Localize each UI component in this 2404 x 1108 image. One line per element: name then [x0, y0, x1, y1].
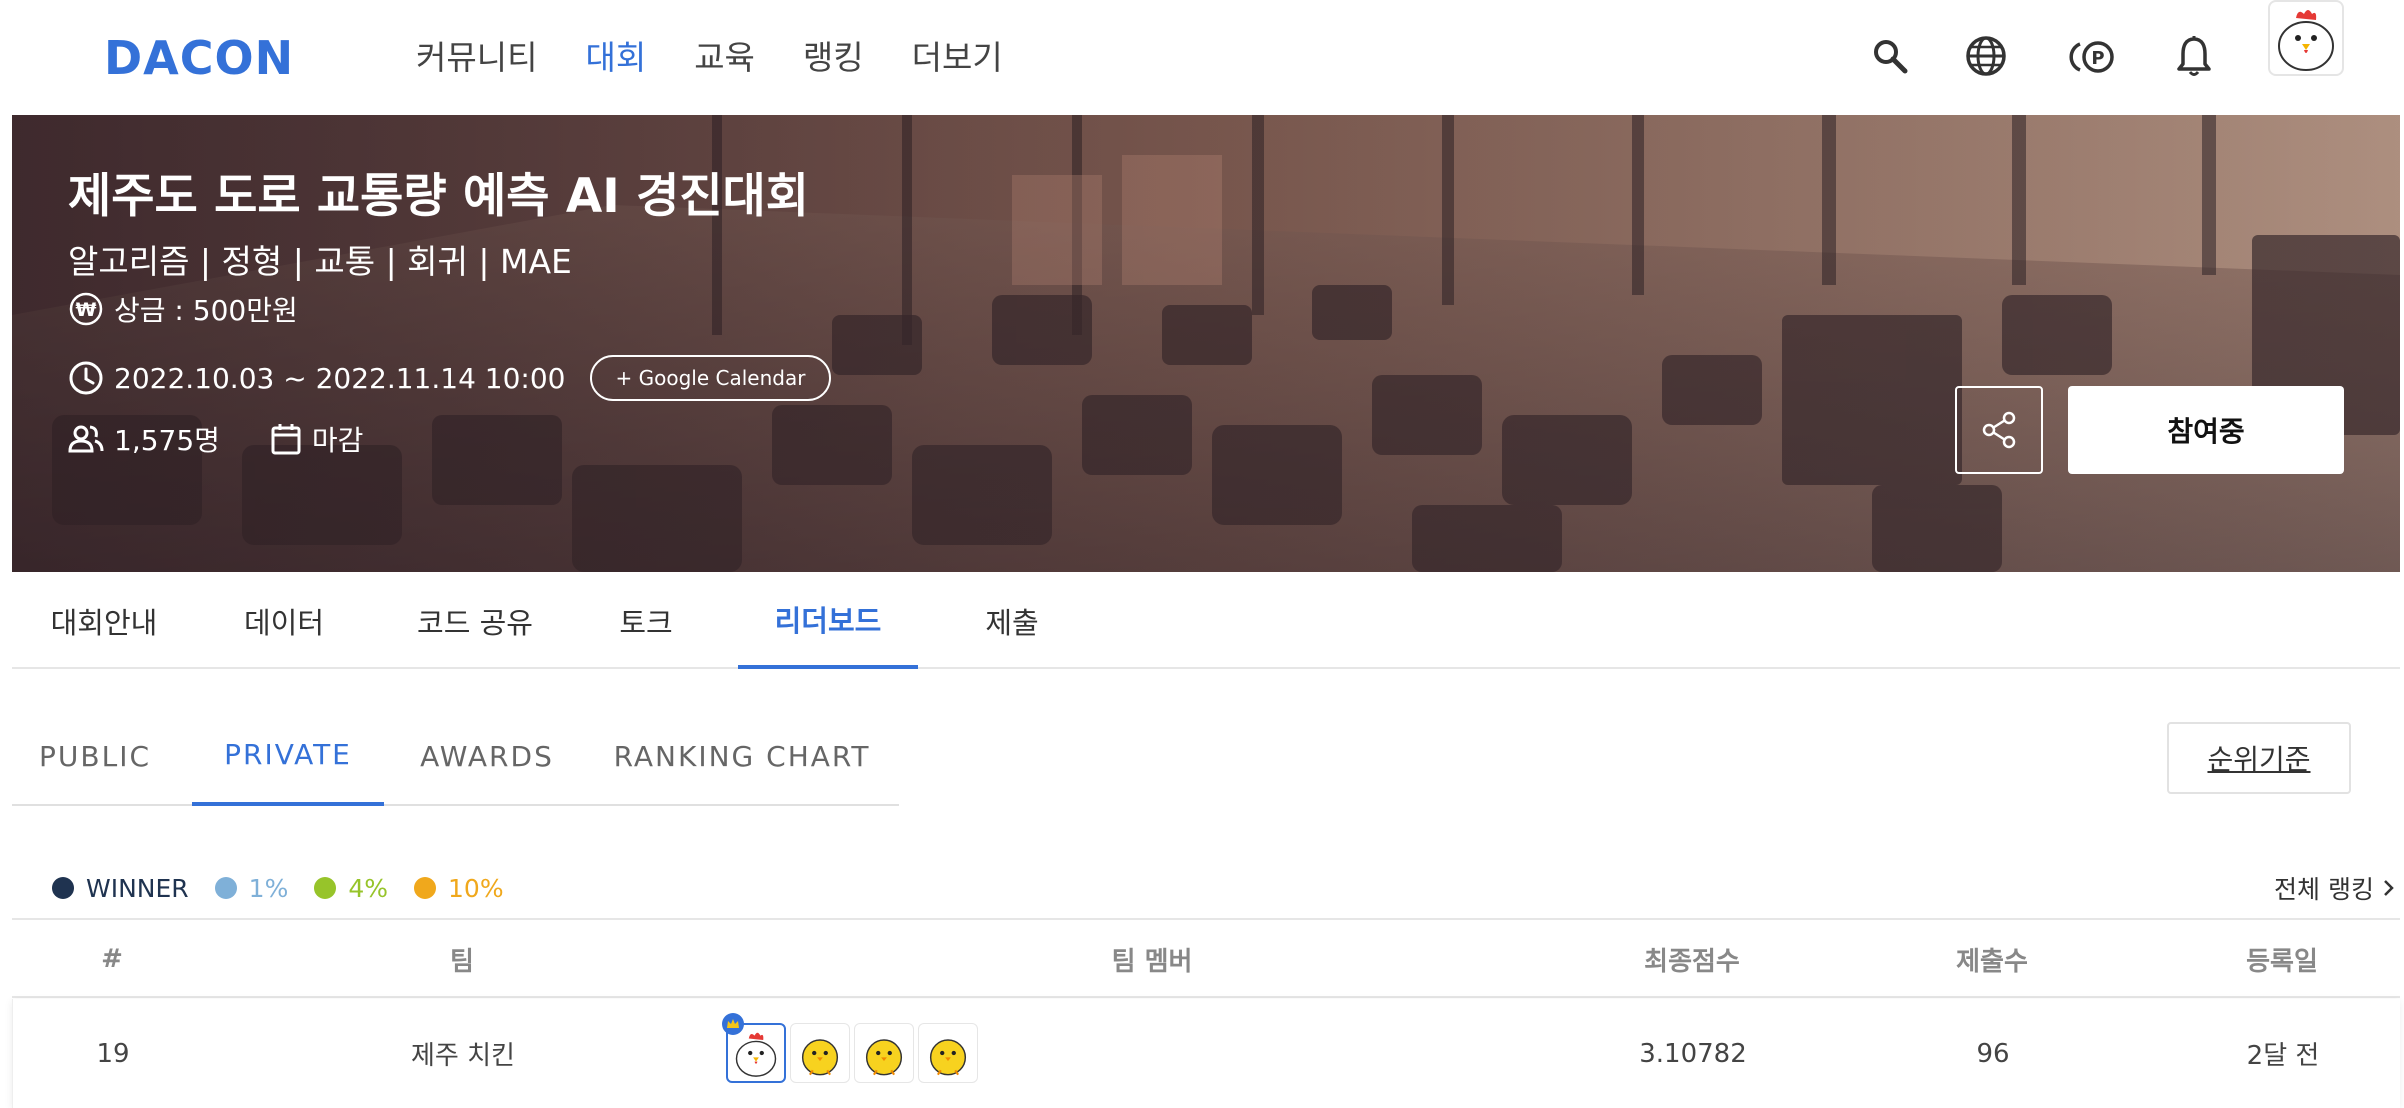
svg-text:P: P	[2091, 48, 2104, 69]
tab-leaderboard[interactable]: 리더보드	[738, 572, 918, 669]
competition-title: 제주도 도로 교통량 예측 AI 경진대회	[68, 169, 810, 224]
competition-period: 2022.10.03 ~ 2022.11.14 10:00	[114, 361, 566, 395]
header-team: 팀	[450, 946, 474, 977]
row-score: 3.10782	[1639, 1038, 1747, 1069]
ranking-criteria-button[interactable]: 순위기준	[2167, 722, 2351, 794]
competition-status: 마감	[311, 424, 364, 457]
member-avatar[interactable]	[854, 1023, 914, 1083]
dacon-logo[interactable]: DACON	[104, 30, 294, 86]
legend-label: 10%	[448, 873, 504, 903]
share-icon	[1982, 411, 2016, 449]
google-calendar-button[interactable]: + Google Calendar	[589, 355, 832, 401]
tab-talk[interactable]: 토크	[606, 572, 686, 669]
legend-label: 1%	[248, 873, 289, 903]
crown-icon	[722, 1013, 744, 1035]
legend-top-10: 10%	[414, 874, 504, 903]
legend-dot	[214, 877, 237, 899]
header-date: 등록일	[2246, 946, 2318, 977]
share-button[interactable]	[1955, 386, 2043, 474]
point-icon[interactable]: P	[2066, 32, 2120, 80]
subtab-ranking-chart[interactable]: RANKING CHART	[608, 706, 876, 806]
subtab-public[interactable]: PUBLIC	[30, 706, 160, 806]
people-icon	[68, 425, 104, 453]
tab-submit[interactable]: 제출	[972, 572, 1052, 669]
member-avatar[interactable]	[918, 1023, 978, 1083]
row-submissions: 96	[1976, 1038, 2010, 1069]
header-rank: #	[101, 944, 123, 974]
globe-icon[interactable]	[1962, 32, 2010, 80]
chick-avatar-icon	[801, 1039, 839, 1076]
leaderboard-subtabs: PUBLIC PRIVATE AWARDS RANKING CHART	[12, 706, 899, 806]
nav-item-education[interactable]: 교육	[694, 30, 755, 86]
rank-legend: WINNER 1% 4% 10%	[52, 868, 530, 908]
legend-top-1: 1%	[214, 873, 289, 903]
clock-icon	[69, 361, 103, 395]
legend-dot	[414, 877, 437, 899]
header-submissions: 제출수	[1956, 946, 2028, 977]
row-date: 2달 전	[2246, 1041, 2320, 1071]
join-button[interactable]: 참여중	[2068, 386, 2344, 474]
search-icon[interactable]	[1866, 32, 1914, 80]
row-team[interactable]: 제주 치킨	[353, 999, 573, 1108]
won-icon: ₩	[69, 292, 103, 326]
user-avatar[interactable]	[2268, 0, 2344, 76]
competition-tags: 알고리즘 | 정형 | 교통 | 회귀 | MAE	[68, 242, 572, 281]
chick-avatar-icon	[865, 1039, 903, 1076]
tab-code-share[interactable]: 코드 공유	[400, 572, 550, 669]
calendar-icon	[271, 424, 301, 455]
member-avatar[interactable]	[790, 1023, 850, 1083]
subtab-private[interactable]: PRIVATE	[192, 706, 384, 806]
row-rank: 19	[96, 1038, 130, 1069]
legend-top-4: 4%	[314, 874, 388, 903]
competition-tabs: 대회안내 데이터 코드 공유 토크 리더보드 제출	[12, 572, 2400, 669]
table-row[interactable]: 19 제주 치킨 3.10782 96 2달 전	[12, 999, 2400, 1108]
chick-avatar-icon	[929, 1039, 967, 1076]
nav-menu: 커뮤니티 대회 교육 랭킹 더보기	[416, 30, 1051, 86]
legend-dot	[314, 877, 337, 899]
prize-row: ₩ 상금 : 500만원	[68, 289, 298, 329]
full-ranking-link[interactable]: 전체 랭킹	[2274, 868, 2396, 908]
nav-item-more[interactable]: 더보기	[912, 30, 1003, 86]
chevron-right-icon	[2384, 880, 2394, 896]
legend-label: 4%	[348, 873, 389, 903]
nav-item-ranking[interactable]: 랭킹	[803, 30, 864, 86]
member-avatar-leader[interactable]	[722, 1013, 786, 1083]
header-members: 팀 멤버	[1111, 946, 1193, 977]
top-navigation: DACON 커뮤니티 대회 교육 랭킹 더보기 P	[0, 0, 2404, 115]
stats-row: 1,575명 마감	[68, 419, 363, 459]
subtab-awards[interactable]: AWARDS	[412, 706, 562, 806]
competition-hero-banner: 제주도 도로 교통량 예측 AI 경진대회 알고리즘 | 정형 | 교통 | 회…	[12, 115, 2400, 572]
period-row: 2022.10.03 ~ 2022.11.14 10:00 + Google C…	[68, 355, 832, 401]
tab-data[interactable]: 데이터	[234, 572, 334, 669]
prize-text: 상금 : 500만원	[114, 294, 298, 327]
legend-dot	[52, 877, 74, 899]
nav-item-community[interactable]: 커뮤니티	[416, 30, 537, 86]
leaderboard-table-header: # 팀 팀 멤버 최종점수 제출수 등록일	[12, 918, 2400, 998]
team-members	[722, 1013, 978, 1083]
bell-icon[interactable]	[2170, 32, 2218, 80]
participant-count: 1,575명	[114, 424, 220, 457]
header-score: 최종점수	[1644, 946, 1740, 977]
full-ranking-label: 전체 랭킹	[2274, 875, 2374, 904]
svg-text:₩: ₩	[76, 299, 97, 321]
tab-overview[interactable]: 대회안내	[44, 572, 164, 669]
chicken-avatar-icon	[735, 1032, 777, 1077]
legend-winner: WINNER	[52, 874, 189, 903]
legend-label: WINNER	[86, 873, 189, 903]
nav-item-competition[interactable]: 대회	[585, 30, 646, 86]
